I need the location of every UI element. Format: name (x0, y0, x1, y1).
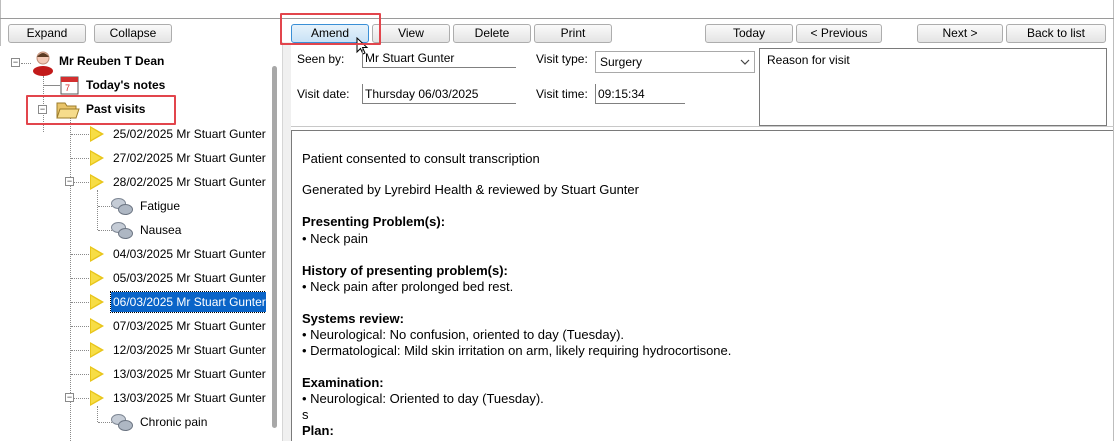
reason-for-visit-field[interactable]: Reason for visit (759, 48, 1107, 126)
visit-notes[interactable]: Patient consented to consult transcripti… (291, 130, 1113, 441)
tree-connector (44, 85, 60, 86)
speech-bubble-icon (111, 198, 133, 218)
tree-connector (71, 134, 89, 135)
svg-text:7: 7 (65, 83, 70, 93)
delete-button[interactable]: Delete (453, 24, 531, 43)
view-button[interactable]: View (372, 24, 450, 43)
visit-icon (90, 126, 104, 142)
visit-node[interactable]: 04/03/2025 Mr Stuart Gunter (113, 244, 266, 264)
visit-type-value: Surgery (600, 55, 643, 69)
visit-icon (90, 366, 104, 382)
folder-open-icon (56, 102, 80, 119)
visit-icon (90, 246, 104, 262)
visit-node[interactable]: 06/03/2025 Mr Stuart Gunter (110, 291, 269, 313)
notes-examination-extra: s (302, 407, 309, 422)
previous-button[interactable]: < Previous (796, 24, 882, 43)
visit-node[interactable]: 13/03/2025 Mr Stuart Gunter (113, 388, 266, 408)
notes-presenting-item: • Neck pain (302, 231, 368, 246)
today-button[interactable]: Today (705, 24, 793, 43)
tree-scrollbar-thumb[interactable] (272, 66, 277, 428)
visit-icon (90, 174, 104, 190)
problem-node[interactable]: Chronic pain (140, 412, 207, 432)
visit-date-label: Visit date: (297, 87, 350, 101)
print-button[interactable]: Print (534, 24, 612, 43)
notes-history-heading: History of presenting problem(s): (302, 263, 508, 278)
tree-connector (98, 206, 112, 207)
visit-node[interactable]: 27/02/2025 Mr Stuart Gunter (113, 148, 266, 168)
past-visits-collapse-toggle[interactable]: − (38, 105, 47, 114)
tree-connector (71, 302, 89, 303)
tree-connector (97, 190, 98, 230)
tree-connector (71, 326, 89, 327)
visit-icon (90, 318, 104, 334)
collapse-button[interactable]: Collapse (94, 24, 172, 43)
notes-presenting-heading: Presenting Problem(s): (302, 214, 446, 229)
tree-connector (98, 422, 112, 423)
tree-connector (98, 230, 112, 231)
tree-connector (71, 278, 89, 279)
visit-type-select[interactable]: Surgery (595, 51, 755, 73)
visit-icon (90, 150, 104, 166)
problem-node[interactable]: Nausea (140, 220, 181, 240)
tree-connector (71, 254, 89, 255)
notes-examination-item: • Neurological: Oriented to day (Tuesday… (302, 391, 544, 406)
visit-node[interactable]: 13/03/2025 Mr Stuart Gunter (113, 364, 266, 384)
tree-connector (21, 63, 31, 64)
speech-bubble-icon (111, 222, 133, 242)
pane-splitter[interactable] (282, 42, 291, 441)
expand-button[interactable]: Expand (8, 24, 86, 43)
visit-collapse-toggle[interactable]: − (65, 393, 74, 402)
visit-icon (90, 270, 104, 286)
visit-time-field[interactable]: 09:15:34 (595, 84, 685, 104)
seen-by-field[interactable]: Mr Stuart Gunter (362, 48, 516, 68)
patient-avatar-icon (33, 51, 53, 76)
calendar-icon: 7 (60, 76, 79, 95)
patient-name[interactable]: Mr Reuben T Dean (59, 51, 164, 71)
notes-plan-heading: Plan: (302, 423, 334, 438)
notes-systems-heading: Systems review: (302, 311, 404, 326)
toolbar-divider (0, 18, 1114, 19)
notes-consent: Patient consented to consult transcripti… (302, 151, 540, 166)
next-button[interactable]: Next > (917, 24, 1003, 43)
patient-collapse-toggle[interactable]: − (11, 58, 20, 67)
tree-connector (71, 158, 89, 159)
visit-node[interactable]: 12/03/2025 Mr Stuart Gunter (113, 340, 266, 360)
visit-icon (90, 390, 104, 406)
back-to-list-button[interactable]: Back to list (1006, 24, 1106, 43)
chevron-down-icon (740, 59, 750, 65)
past-visits-node[interactable]: Past visits (86, 99, 145, 119)
notes-generated: Generated by Lyrebird Health & reviewed … (302, 182, 639, 197)
header-divider (291, 126, 1114, 127)
visit-time-label: Visit time: (536, 87, 588, 101)
problem-node[interactable]: Fatigue (140, 196, 180, 216)
visit-collapse-toggle[interactable]: − (65, 177, 74, 186)
visit-node[interactable]: 25/02/2025 Mr Stuart Gunter (113, 124, 266, 144)
visit-node[interactable]: 07/03/2025 Mr Stuart Gunter (113, 316, 266, 336)
reason-placeholder: Reason for visit (767, 53, 850, 67)
tree-connector (71, 374, 89, 375)
todays-notes-node[interactable]: Today's notes (86, 75, 165, 95)
visit-icon (90, 342, 104, 358)
visit-icon (90, 294, 104, 310)
visit-date-field[interactable]: Thursday 06/03/2025 (362, 84, 516, 104)
notes-systems-item-1: • Neurological: No confusion, oriented t… (302, 327, 625, 342)
notes-history-item: • Neck pain after prolonged bed rest. (302, 279, 514, 294)
visit-type-label: Visit type: (536, 52, 588, 66)
tree-connector (71, 350, 89, 351)
visit-node[interactable]: 05/03/2025 Mr Stuart Gunter (113, 268, 266, 288)
visit-node[interactable]: 28/02/2025 Mr Stuart Gunter (113, 172, 266, 192)
seen-by-label: Seen by: (297, 52, 345, 66)
notes-systems-item-2: • Dermatological: Mild skin irritation o… (302, 343, 732, 358)
speech-bubble-icon (111, 414, 133, 434)
tree-connector (97, 406, 98, 422)
notes-examination-heading: Examination: (302, 375, 384, 390)
